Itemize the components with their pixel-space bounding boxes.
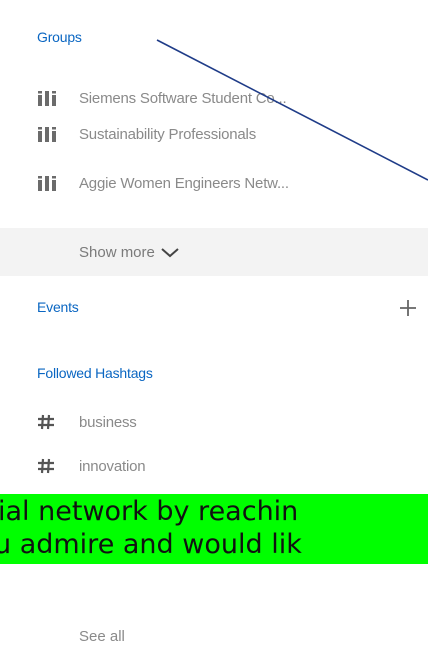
- hashtag-item-innovation[interactable]: innovation: [37, 453, 146, 479]
- group-item-label: Siemens Software Student Co...: [79, 89, 287, 107]
- show-more-button[interactable]: Show more: [79, 238, 179, 266]
- see-all-link[interactable]: See all: [79, 628, 125, 645]
- hashtag-item-business[interactable]: business: [37, 409, 137, 435]
- hashtag-item-label: innovation: [79, 457, 146, 475]
- group-item-label: Aggie Women Engineers Netw...: [79, 174, 289, 192]
- caption-line-1: ial network by reachin: [0, 496, 299, 527]
- group-item-siemens[interactable]: Siemens Software Student Co...: [37, 85, 287, 111]
- caption-line-2: u admire and would lik: [0, 529, 302, 560]
- sidebar-panel: Groups Siemens Software Student Co... Su…: [0, 0, 428, 671]
- chevron-down-icon: [161, 248, 179, 258]
- group-item-sustainability[interactable]: Sustainability Professionals: [37, 121, 256, 147]
- groups-heading[interactable]: Groups: [37, 29, 82, 45]
- followed-hashtags-heading[interactable]: Followed Hashtags: [37, 365, 153, 381]
- group-icon: [37, 90, 61, 106]
- group-item-aggie-women[interactable]: Aggie Women Engineers Netw...: [37, 170, 289, 196]
- hashtag-icon: [37, 414, 61, 430]
- events-heading[interactable]: Events: [37, 299, 79, 315]
- show-more-band: [0, 228, 428, 276]
- caption-banner: ial network by reachin u admire and woul…: [0, 494, 428, 564]
- group-icon: [37, 175, 61, 191]
- plus-icon[interactable]: [398, 298, 418, 318]
- show-more-label: Show more: [79, 243, 155, 261]
- group-item-label: Sustainability Professionals: [79, 125, 256, 143]
- hashtag-item-label: business: [79, 413, 137, 431]
- hashtag-icon: [37, 458, 61, 474]
- group-icon: [37, 126, 61, 142]
